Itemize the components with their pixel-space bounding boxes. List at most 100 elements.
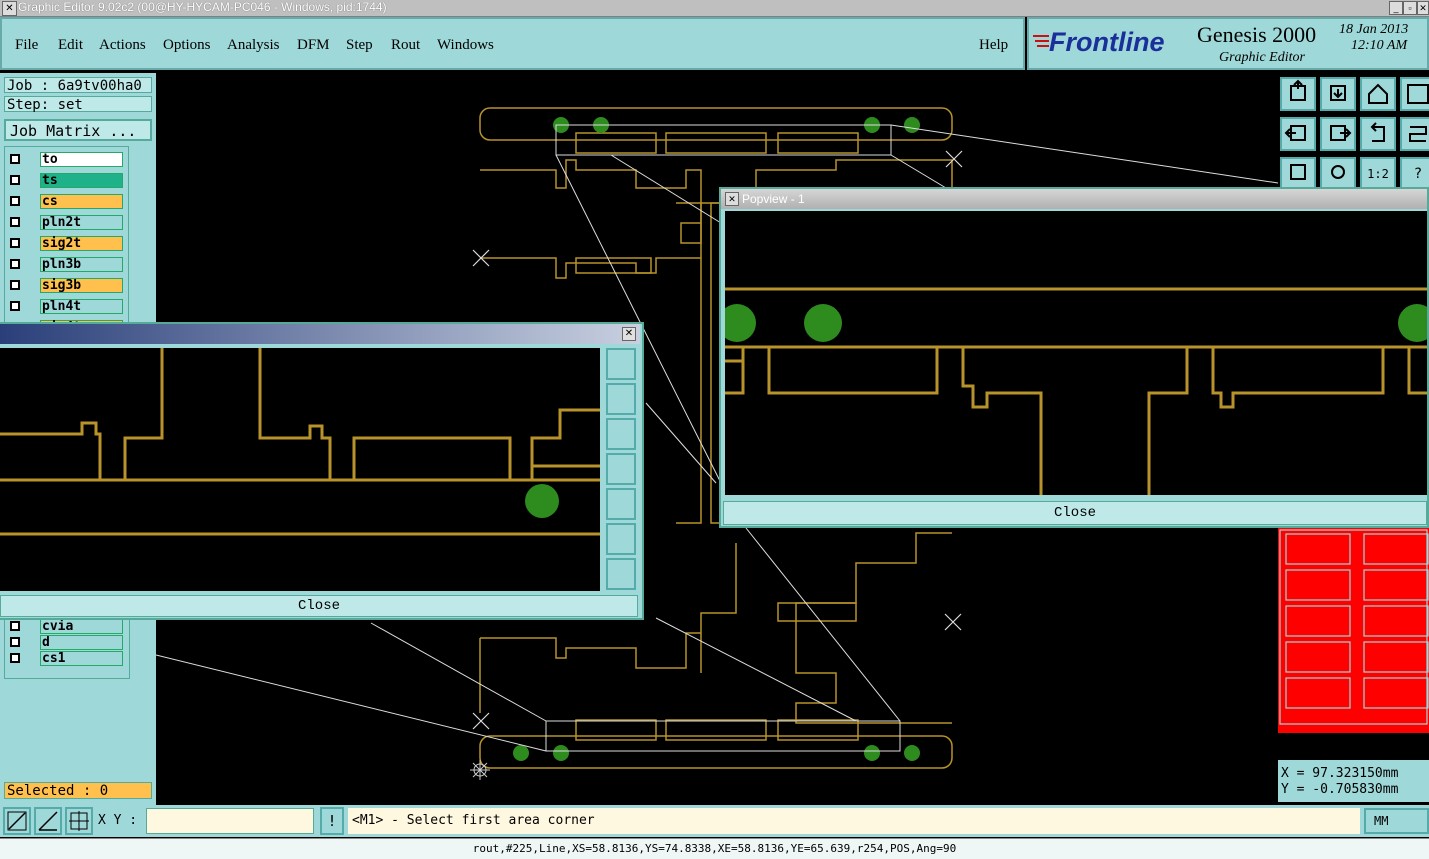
layer-name[interactable]: pln2t [40,215,123,230]
slot-3 [777,132,859,154]
popview2-close-icon[interactable]: ✕ [622,327,636,341]
layer-name[interactable]: d [40,635,123,650]
slot-4 [575,719,657,741]
help-icon[interactable]: ? [1400,157,1429,191]
layer-checkbox[interactable] [10,238,20,248]
layer-name[interactable]: sig3b [40,278,123,293]
layer-checkbox[interactable] [10,175,20,185]
datum-icon [470,760,490,780]
layer-row[interactable]: cs [6,194,124,210]
layer-row[interactable]: sig3b [6,278,124,294]
popview2-pan-right-icon[interactable] [606,488,636,520]
popview2-close-button[interactable]: Close [0,595,638,617]
popview-title: Popview - 1 [742,192,805,206]
menu-analysis[interactable]: Analysis [227,37,280,54]
close-window-button[interactable]: ✕ [1417,1,1429,15]
popview-window: ✕ Popview - 1 Close [719,187,1429,528]
layer-checkbox[interactable] [10,217,20,227]
connector-line [745,527,901,722]
popview2-zoom-icon[interactable] [606,348,636,380]
popview-app-icon: ✕ [725,192,739,206]
tooling-pad [904,117,920,133]
redraw-icon[interactable] [1400,117,1429,151]
layer-checkbox[interactable] [10,653,20,663]
layer-name[interactable]: cvia [40,619,123,634]
job-label: Job : 6a9tv00ha0 [4,77,152,94]
layer-row[interactable]: cs1 [6,651,124,667]
layer-row[interactable]: cvia [6,619,124,635]
snap-grid-icon[interactable] [3,807,31,835]
popview2-pan-left-icon[interactable] [606,453,636,485]
layer-name[interactable]: cs [40,194,123,209]
popview-window-2: ✕ Close [0,322,644,620]
minimize-button[interactable]: _ [1389,1,1403,15]
layer-row[interactable]: d [6,635,124,651]
menu-edit[interactable]: Edit [58,37,83,54]
undo-view-icon[interactable] [1360,117,1396,151]
popview2-center-icon[interactable] [606,558,636,590]
cross-marker [472,712,490,730]
layer-name[interactable]: pln4t [40,299,123,314]
layer-name[interactable]: ts [40,173,123,188]
menu-dfm[interactable]: DFM [297,37,330,54]
layer-checkbox[interactable] [10,621,20,631]
layer-checkbox[interactable] [10,301,20,311]
home-icon[interactable] [1360,77,1396,111]
layer-checkbox[interactable] [10,154,20,164]
alert-icon[interactable]: ! [320,807,344,835]
selected-count: Selected : 0 [4,782,152,799]
layer-name[interactable]: sig2t [40,236,123,251]
tooling-pad [513,745,529,761]
snap-angle-icon[interactable] [34,807,62,835]
zoom-fit-icon[interactable] [1280,157,1316,191]
zoom-ratio-button[interactable]: 1:2 [1360,157,1396,191]
menu-file[interactable]: File [15,37,38,54]
panel-rail-top [479,107,953,141]
popview-close-button[interactable]: Close [723,501,1427,525]
window-view-icon[interactable] [1400,77,1429,111]
layer-row[interactable]: sig2t [6,236,124,252]
pan-right-icon[interactable] [1320,117,1356,151]
menu-help[interactable]: Help [979,37,1008,54]
layer-checkbox[interactable] [10,259,20,269]
job-matrix-button[interactable]: Job Matrix ... [4,119,152,141]
popview2-canvas[interactable] [0,348,600,591]
layer-checkbox[interactable] [10,196,20,206]
frontline-logo-icon [1033,33,1049,51]
layer-checkbox[interactable] [10,280,20,290]
layer-checkbox[interactable] [10,637,20,647]
units-selector[interactable]: MM [1364,808,1429,834]
zoom-center-icon[interactable] [1320,157,1356,191]
step-label: Step: set [4,96,152,113]
layer-name[interactable]: cs1 [40,651,123,666]
coord-x: X = 97.323150mm [1281,766,1399,781]
tooling-pad [904,745,920,761]
popview2-pan-up-icon[interactable] [606,383,636,415]
menu-options[interactable]: Options [163,37,211,54]
popview2-fit-icon[interactable] [606,523,636,555]
maximize-button[interactable]: ▫ [1403,1,1417,15]
layer-name[interactable]: pln3b [40,257,123,272]
snap-center-icon[interactable] [65,807,93,835]
product-subtitle: Graphic Editor [1219,50,1305,65]
popview2-pan-down-icon[interactable] [606,418,636,450]
xy-input[interactable] [146,808,314,834]
xy-label: X Y : [98,813,138,828]
zoom-home-icon[interactable] [1280,77,1316,111]
brand-panel: Frontline Genesis 2000 Graphic Editor 18… [1027,17,1429,70]
layer-row[interactable]: ts [6,173,124,189]
layer-row[interactable]: pln4t [6,299,124,315]
menu-rout[interactable]: Rout [391,37,420,54]
menu-actions[interactable]: Actions [99,37,146,54]
pan-down-icon[interactable] [1320,77,1356,111]
menu-step[interactable]: Step [346,37,373,54]
layer-row[interactable]: pln2t [6,215,124,231]
menu-windows[interactable]: Windows [437,37,494,54]
units-label: MM [1374,814,1389,828]
popview-canvas[interactable] [725,211,1427,495]
overview-minimap[interactable] [1278,528,1429,733]
layer-row[interactable]: pln3b [6,257,124,273]
pan-left-icon[interactable] [1280,117,1316,151]
layer-name[interactable]: to [40,152,123,167]
layer-row[interactable]: to [6,152,124,168]
